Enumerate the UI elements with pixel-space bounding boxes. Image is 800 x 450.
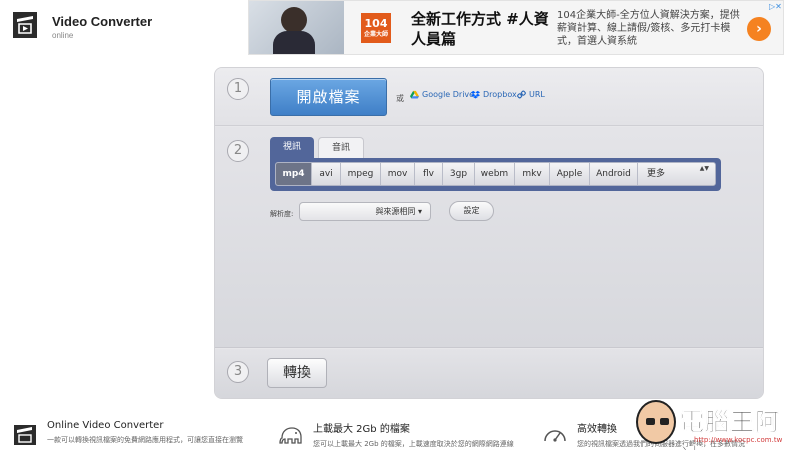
dropbox-icon bbox=[471, 90, 480, 99]
format-mov[interactable]: mov bbox=[381, 163, 415, 185]
speedometer-icon bbox=[544, 430, 566, 442]
converter-panel: 1 開啟檔案 或 Google Drive Dropbox URL 2 視訊 音… bbox=[214, 67, 764, 399]
feature-online-converter: Online Video Converter 一款可以轉換視訊檔案的免費網路應用… bbox=[47, 420, 243, 445]
resolution-label: 解析度: bbox=[270, 210, 294, 218]
feature-title: Online Video Converter bbox=[47, 420, 164, 431]
feature-title: 上載最大 2Gb 的檔案 bbox=[313, 424, 410, 435]
film-clapper-icon bbox=[13, 12, 37, 38]
format-webm[interactable]: webm bbox=[475, 163, 515, 185]
url-link[interactable]: URL bbox=[517, 90, 545, 99]
site-watermark: 電腦王阿達 http://www.kocpc.com.tw bbox=[636, 398, 800, 450]
chevron-up-down-icon: ▲▼ bbox=[699, 165, 709, 172]
advertisement-banner[interactable]: 104 企業大師 全新工作方式 #人資人員篇 104企業大師-全方位人資解決方案… bbox=[248, 0, 784, 55]
video-file-icon bbox=[14, 425, 36, 445]
elephant-icon bbox=[279, 427, 302, 444]
format-android[interactable]: Android bbox=[590, 163, 638, 185]
or-label: 或 bbox=[396, 94, 404, 103]
step-number: 1 bbox=[227, 78, 249, 100]
google-drive-link[interactable]: Google Drive bbox=[410, 90, 474, 99]
ad-choices-icon[interactable]: ▷✕ bbox=[769, 2, 782, 11]
feature-text: 一款可以轉換視訊檔案的免費網路應用程式，可讓您直接在瀏覽 bbox=[47, 436, 243, 444]
ad-arrow-button[interactable]: › bbox=[747, 17, 771, 41]
ad-brand-logo: 104 企業大師 bbox=[361, 13, 391, 43]
ad-photo bbox=[249, 1, 344, 54]
step-3-section: 3 轉換 bbox=[215, 349, 763, 398]
convert-button[interactable]: 轉換 bbox=[267, 358, 327, 388]
watermark-url: http://www.kocpc.com.tw bbox=[694, 436, 783, 444]
step-number: 3 bbox=[227, 361, 249, 383]
format-mp4[interactable]: mp4 bbox=[276, 163, 312, 185]
step-2-section: 2 視訊 音訊 mp4 avi mpeg mov flv 3gp webm mk… bbox=[215, 127, 763, 348]
mascot-face-icon bbox=[636, 400, 676, 444]
format-apple[interactable]: Apple bbox=[550, 163, 590, 185]
settings-button[interactable]: 設定 bbox=[449, 201, 494, 221]
format-3gp[interactable]: 3gp bbox=[443, 163, 475, 185]
app-title: Video Converter bbox=[52, 14, 153, 29]
format-list: mp4 avi mpeg mov flv 3gp webm mkv Apple … bbox=[275, 162, 716, 186]
feature-text: 您可以上載最大 2Gb 的檔案，上載速度取決於您的網際網路連線 bbox=[313, 440, 514, 448]
link-icon bbox=[517, 90, 526, 99]
format-flv[interactable]: flv bbox=[415, 163, 443, 185]
feature-upload-size: 上載最大 2Gb 的檔案 您可以上載最大 2Gb 的檔案，上載速度取決於您的網際… bbox=[313, 420, 514, 449]
app-logo[interactable] bbox=[13, 12, 37, 38]
dropbox-link[interactable]: Dropbox bbox=[471, 90, 517, 99]
tab-video[interactable]: 視訊 bbox=[270, 137, 314, 158]
step-1-section: 1 開啟檔案 或 Google Drive Dropbox URL bbox=[215, 68, 763, 126]
resolution-select[interactable]: 與來源相同 ▾ bbox=[299, 202, 431, 221]
app-subtitle: online bbox=[52, 31, 74, 40]
format-avi[interactable]: avi bbox=[312, 163, 341, 185]
tab-audio[interactable]: 音訊 bbox=[318, 137, 364, 158]
ad-body-text: 104企業大師-全方位人資解決方案，提供薪資計算、線上請假/簽核、多元打卡模式，… bbox=[557, 10, 740, 47]
format-more-dropdown[interactable]: 更多 ▲▼ bbox=[638, 163, 715, 185]
format-mkv[interactable]: mkv bbox=[515, 163, 550, 185]
step-number: 2 bbox=[227, 140, 249, 162]
format-mpeg[interactable]: mpeg bbox=[341, 163, 381, 185]
ad-headline[interactable]: 全新工作方式 #人資人員篇 bbox=[411, 9, 551, 49]
google-drive-icon bbox=[410, 90, 419, 99]
open-file-button[interactable]: 開啟檔案 bbox=[270, 78, 387, 116]
format-bar: mp4 avi mpeg mov flv 3gp webm mkv Apple … bbox=[270, 158, 721, 191]
